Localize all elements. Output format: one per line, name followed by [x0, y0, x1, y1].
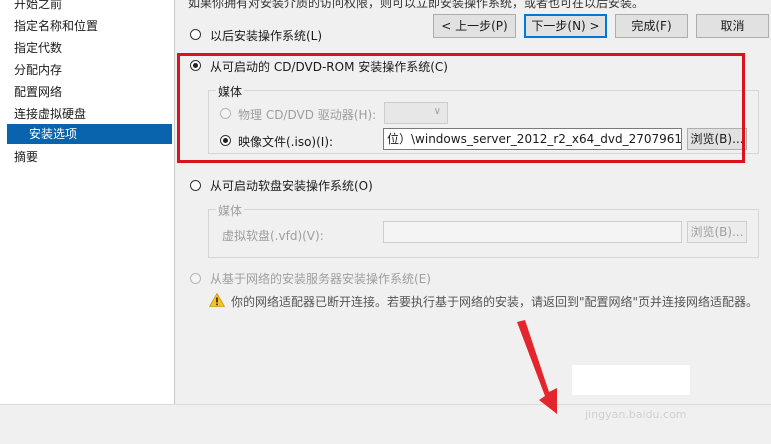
sidebar-item-before-you-begin[interactable]: 开始之前: [14, 0, 62, 14]
sidebar-item-label: 分配内存: [14, 63, 63, 77]
network-warning-text: 你的网络适配器已断开连接。若要执行基于网络的安装，请返回到"配置网络"页并连接网…: [231, 295, 759, 309]
install-from-floppy-radio[interactable]: [190, 180, 201, 191]
next-button[interactable]: 下一步(N) >: [524, 14, 607, 38]
install-later-radio[interactable]: [190, 29, 201, 40]
sidebar-item-summary[interactable]: 摘要: [14, 147, 38, 167]
sidebar-item-networking[interactable]: 配置网络: [14, 82, 62, 102]
physical-drive-label: 物理 CD/DVD 驱动器(H):: [238, 108, 377, 122]
install-from-cd-label[interactable]: 从可启动的 CD/DVD-ROM 安装操作系统(C): [210, 58, 448, 75]
intro-text: 如果你拥有对安装介质的访问权限，则可以立即安装操作系统，或者也可在以后安装。: [188, 0, 645, 10]
obscured-area: [572, 365, 690, 395]
install-from-cd-radio[interactable]: [190, 60, 201, 71]
vfd-label: 虚拟软盘(.vfd)(V):: [222, 229, 324, 243]
install-from-network-radio[interactable]: [190, 273, 201, 284]
vfd-path-input[interactable]: [383, 221, 682, 243]
finish-button[interactable]: 完成(F): [615, 14, 688, 38]
physical-drive-radio[interactable]: [220, 108, 231, 119]
install-from-floppy-label[interactable]: 从可启动软盘安装操作系统(O): [210, 177, 373, 194]
sidebar-item-virtual-disk[interactable]: 连接虚拟硬盘: [14, 104, 86, 124]
installation-options-panel: 如果你拥有对安装介质的访问权限，则可以立即安装操作系统，或者也可在以后安装。 以…: [175, 0, 771, 404]
sidebar-item-label: 指定代数: [14, 41, 63, 55]
browse-iso-button[interactable]: 浏览(B)...: [687, 128, 747, 150]
install-later-label[interactable]: 以后安装操作系统(L): [210, 27, 322, 44]
chevron-down-icon: ∨: [433, 106, 441, 117]
sidebar-item-label: 配置网络: [14, 85, 63, 99]
previous-button[interactable]: < 上一步(P): [433, 14, 516, 38]
sidebar-item-name-location[interactable]: 指定名称和位置: [14, 16, 98, 36]
cancel-button[interactable]: 取消: [696, 14, 769, 38]
sidebar-item-memory[interactable]: 分配内存: [14, 60, 62, 80]
watermark: jingyan.baidu.com: [585, 408, 687, 421]
sidebar-item-label: 安装选项: [29, 127, 78, 141]
physical-drive-dropdown[interactable]: ∨: [384, 102, 448, 124]
wizard-steps-sidebar: 开始之前 指定名称和位置 指定代数 分配内存 配置网络 连接虚拟硬盘 安装选项 …: [0, 0, 175, 404]
image-file-radio[interactable]: [220, 135, 231, 146]
image-file-path-input[interactable]: 位）\windows_server_2012_r2_x64_dvd_270796…: [383, 128, 682, 150]
browse-vfd-button[interactable]: 浏览(B)...: [687, 221, 747, 243]
sidebar-item-label: 摘要: [14, 150, 39, 164]
sidebar-item-generation[interactable]: 指定代数: [14, 38, 62, 58]
install-from-network-label: 从基于网络的安装服务器安装操作系统(E): [210, 272, 431, 286]
warning-icon: [209, 293, 225, 307]
sidebar-item-label: 指定名称和位置: [14, 19, 99, 33]
floppy-media-group-label: 媒体: [216, 202, 245, 219]
sidebar-item-installation-options[interactable]: 安装选项: [7, 124, 172, 144]
image-file-label: 映像文件(.iso)(I):: [238, 135, 334, 149]
cd-media-group-label: 媒体: [216, 83, 245, 100]
sidebar-item-label: 开始之前: [14, 0, 63, 11]
sidebar-item-label: 连接虚拟硬盘: [14, 107, 87, 121]
